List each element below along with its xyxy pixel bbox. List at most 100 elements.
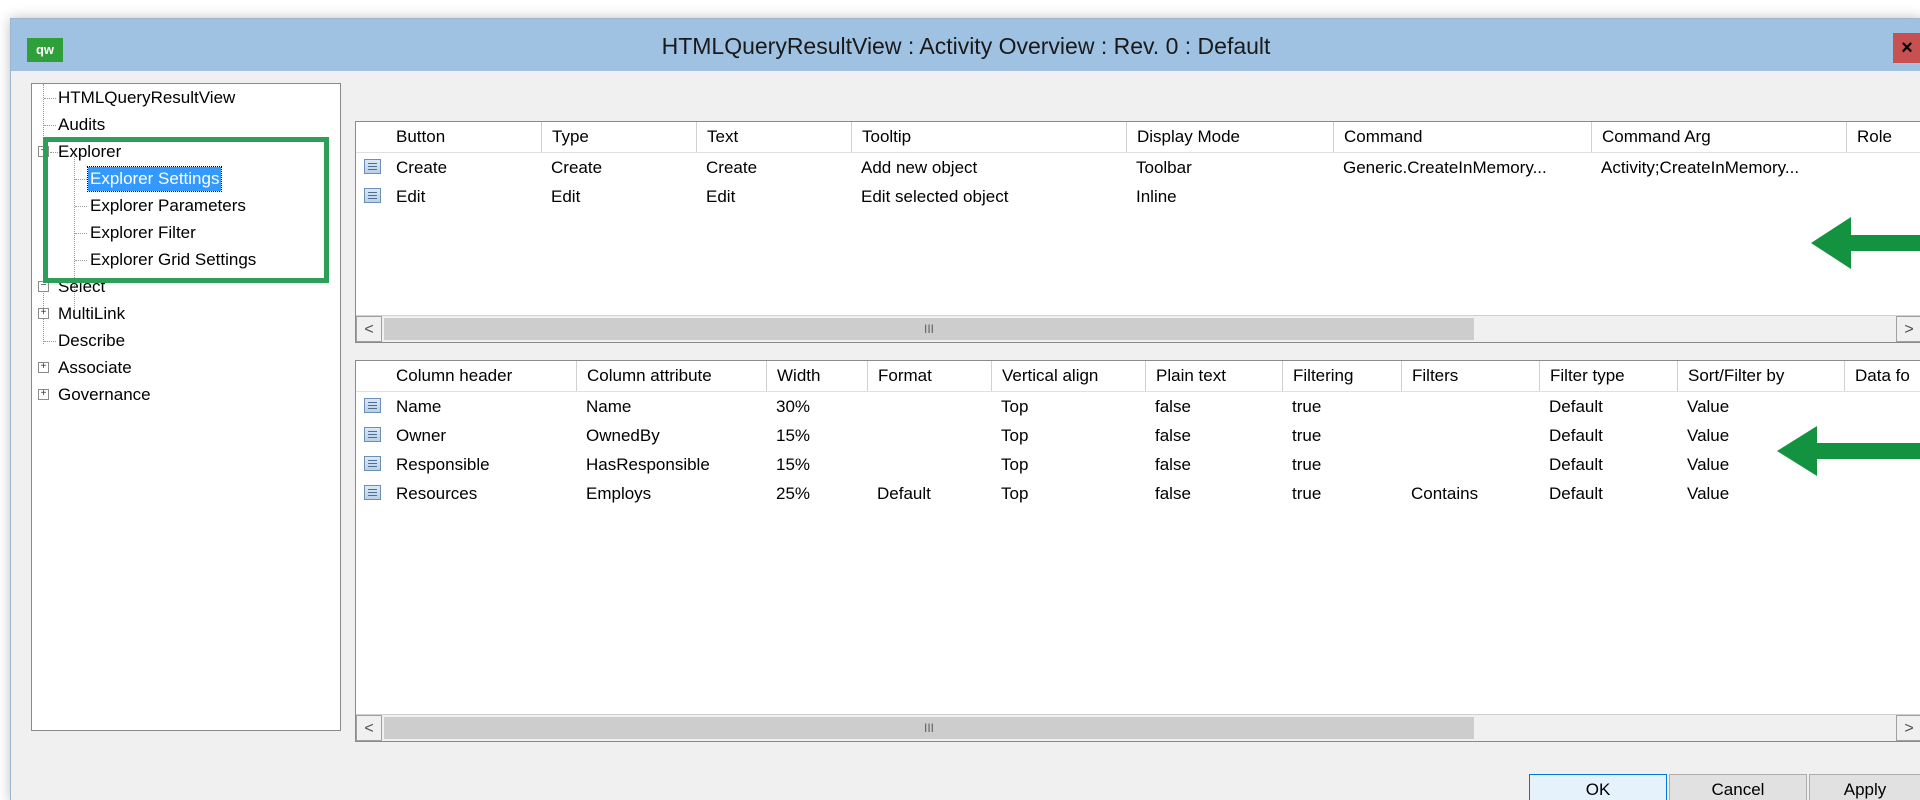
tree-item-governance[interactable]: Governance [58, 383, 151, 407]
arrow-left-icon [1777, 426, 1920, 476]
table-cell: Name [586, 397, 632, 416]
table-cell: Default [1549, 397, 1603, 416]
horizontal-scrollbar[interactable]: < III > [356, 315, 1920, 342]
table-cell: Edit [396, 187, 426, 206]
table-cell [867, 450, 991, 479]
table-cell: true [1292, 426, 1322, 445]
table-cell: Activity;CreateInMemory... [1601, 158, 1800, 177]
buttons-grid[interactable]: Button Type Text Tooltip Display Mode Co… [355, 121, 1920, 343]
table-cell: true [1292, 397, 1322, 416]
column-header[interactable]: Vertical align [991, 361, 1145, 391]
columns-grid[interactable]: Column header Column attribute Width For… [355, 360, 1920, 742]
scroll-left-button[interactable]: < [356, 715, 382, 741]
row-grid-icon [364, 188, 381, 203]
table-row[interactable]: Create Create Create Add new object Tool… [356, 153, 1920, 182]
expand-icon[interactable]: + [38, 362, 49, 373]
column-header[interactable]: Width [766, 361, 867, 391]
column-header[interactable]: Display Mode [1126, 122, 1333, 152]
scroll-thumb[interactable]: III [384, 318, 1474, 340]
column-header[interactable]: Type [541, 122, 696, 152]
scroll-left-button[interactable]: < [356, 316, 382, 342]
table-cell: Create [706, 158, 758, 177]
tree-item-audits[interactable]: Audits [58, 113, 105, 137]
horizontal-scrollbar[interactable]: < III > [356, 714, 1920, 741]
scroll-right-button[interactable]: > [1896, 715, 1920, 741]
table-cell: Create [396, 158, 448, 177]
column-header[interactable]: Column attribute [576, 361, 766, 391]
scroll-thumb[interactable]: III [384, 717, 1474, 739]
buttons-grid-header: Button Type Text Tooltip Display Mode Co… [356, 122, 1920, 153]
table-cell [867, 392, 991, 421]
column-header[interactable]: Tooltip [851, 122, 1126, 152]
column-header[interactable]: Filtering [1282, 361, 1401, 391]
close-button[interactable]: × [1893, 33, 1920, 63]
title-bar[interactable]: qw HTMLQueryResultView : Activity Overvi… [11, 19, 1920, 71]
table-cell: Create [551, 158, 603, 177]
column-header[interactable]: Button [386, 122, 541, 152]
table-cell: Value [1687, 397, 1730, 416]
scroll-right-button[interactable]: > [1896, 316, 1920, 342]
columns-grid-header: Column header Column attribute Width For… [356, 361, 1920, 392]
table-cell: Name [396, 397, 442, 416]
table-cell: Top [1001, 397, 1029, 416]
table-row[interactable]: Name Name 30% Top false true Default Val… [356, 392, 1920, 421]
table-cell: Generic.CreateInMemory... [1343, 158, 1547, 177]
expand-icon[interactable]: + [38, 308, 49, 319]
table-cell: Resources [396, 484, 478, 503]
column-header[interactable]: Sort/Filter by [1677, 361, 1844, 391]
highlight-frame [43, 137, 329, 283]
table-cell: Edit [706, 187, 736, 206]
table-row[interactable]: Owner OwnedBy 15% Top false true Default… [356, 421, 1920, 450]
expand-icon[interactable]: + [38, 389, 49, 400]
table-cell: false [1155, 397, 1191, 416]
table-cell: Edit [551, 187, 581, 206]
table-cell [1401, 450, 1539, 479]
table-row[interactable]: Resources Employs 25% Default Top false … [356, 479, 1920, 508]
table-cell: 30% [776, 397, 811, 416]
table-cell: Inline [1136, 187, 1177, 206]
column-header[interactable]: Plain text [1145, 361, 1282, 391]
table-cell: 25% [776, 484, 811, 503]
column-header[interactable]: Format [867, 361, 991, 391]
row-grid-icon [364, 159, 381, 174]
cancel-button[interactable]: Cancel [1669, 774, 1807, 800]
column-header[interactable]: Filters [1401, 361, 1539, 391]
ok-button[interactable]: OK [1529, 774, 1667, 800]
table-cell: Default [1549, 455, 1603, 474]
table-row[interactable]: Edit Edit Edit Edit selected object Inli… [356, 182, 1920, 211]
table-cell: false [1155, 426, 1191, 445]
column-header[interactable]: Data fo [1844, 361, 1920, 391]
tree-item-associate[interactable]: Associate [58, 356, 132, 380]
column-header[interactable]: Column header [386, 361, 576, 391]
screen: qw HTMLQueryResultView : Activity Overvi… [0, 0, 1920, 800]
tree-item-htmlqueryresultview[interactable]: HTMLQueryResultView [58, 86, 235, 110]
tree-connector [44, 341, 56, 342]
table-cell: Employs [586, 484, 652, 503]
scroll-grip-icon: III [923, 322, 934, 336]
table-cell [1401, 392, 1539, 421]
column-header[interactable]: Command [1333, 122, 1591, 152]
table-cell: Responsible [396, 455, 490, 474]
table-cell: true [1292, 484, 1322, 503]
table-row[interactable]: Responsible HasResponsible 15% Top false… [356, 450, 1920, 479]
table-cell: HasResponsible [586, 455, 710, 474]
table-cell: Top [1001, 455, 1029, 474]
apply-button[interactable]: Apply [1809, 774, 1920, 800]
column-header[interactable]: Filter type [1539, 361, 1677, 391]
table-cell: Top [1001, 426, 1029, 445]
column-header[interactable]: Role [1846, 122, 1920, 152]
column-header[interactable]: Text [696, 122, 851, 152]
table-cell: false [1155, 455, 1191, 474]
table-cell: Edit selected object [861, 187, 1009, 206]
row-grid-icon [364, 427, 381, 442]
table-cell: Default [1549, 484, 1603, 503]
row-grid-icon [364, 398, 381, 413]
table-cell: OwnedBy [586, 426, 660, 445]
column-header[interactable]: Command Arg [1591, 122, 1846, 152]
table-cell: Toolbar [1136, 158, 1192, 177]
dialog-window: qw HTMLQueryResultView : Activity Overvi… [10, 18, 1920, 800]
tree-item-multilink[interactable]: MultiLink [58, 302, 125, 326]
table-cell [1401, 421, 1539, 450]
tree-item-describe[interactable]: Describe [58, 329, 125, 353]
row-grid-icon [364, 456, 381, 471]
